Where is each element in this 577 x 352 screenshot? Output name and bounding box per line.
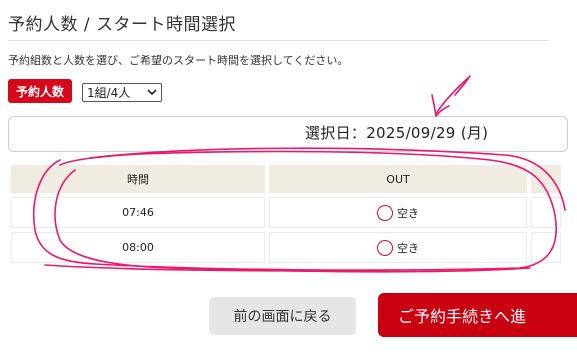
chevron-down-icon — [147, 89, 157, 96]
slot-available-button[interactable]: 空き — [269, 232, 527, 263]
party-size-label: 予約人数 — [8, 79, 72, 103]
table-row-time: 07:46 — [11, 197, 265, 228]
slot-status: 空き — [397, 241, 419, 255]
circle-icon — [377, 239, 393, 256]
slot-status: 空き — [397, 206, 419, 220]
selected-date: 選択日：2025/09/29 (月) — [305, 124, 489, 142]
table-row-time: 08:00 — [11, 232, 265, 263]
circle-icon — [377, 204, 393, 221]
table-cell-extra — [531, 197, 561, 228]
title-divider — [8, 40, 550, 41]
page-title: 予約人数 / スタート時間選択 — [8, 15, 237, 35]
column-header-extra — [531, 165, 561, 193]
back-button[interactable]: 前の画面に戻る — [209, 297, 356, 335]
column-header-time: 時間 — [11, 165, 265, 193]
party-size-selected: 1組/4人 — [87, 86, 131, 100]
table-cell-extra — [531, 232, 561, 263]
party-size-select[interactable]: 1組/4人 — [82, 83, 162, 102]
instruction-text: 予約組数と人数を選び、ご希望のスタート時間を選択してください。 — [8, 54, 349, 67]
column-header-out: OUT — [269, 165, 527, 193]
proceed-button[interactable]: ご予約手続きへ進 — [378, 293, 577, 337]
slot-available-button[interactable]: 空き — [269, 197, 527, 228]
